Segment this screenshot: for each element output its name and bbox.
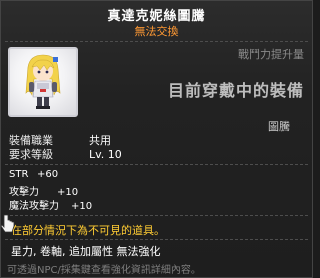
stat-label: STR xyxy=(9,169,29,180)
divider-middle xyxy=(5,164,308,166)
item-name: 真達克妮絲圖騰 xyxy=(107,9,206,24)
stat-row-str: STR +60 xyxy=(9,169,58,180)
required-level-value: Lv. 10 xyxy=(89,148,122,161)
stat-row-magic-attack: 魔法攻擊力 +10 xyxy=(9,197,92,212)
stat-value: +10 xyxy=(71,201,93,212)
required-level-row: 要求等級 Lv. 10 xyxy=(9,146,122,162)
darkness-totem-character-portrait xyxy=(25,54,61,109)
divider-top xyxy=(5,41,308,43)
trade-status: 無法交換 xyxy=(134,25,179,38)
stat-label: 魔法攻擊力 xyxy=(9,201,59,212)
enhancement-hint: 可透過NPC/採集鍵查看強化資訊詳細內容。 xyxy=(7,265,201,276)
stat-label: 攻擊力 xyxy=(9,187,39,198)
divider-bottom xyxy=(5,239,308,241)
currently-equipped-label: 目前穿戴中的裝備 xyxy=(167,81,304,100)
stat-row-attack: 攻擊力 +10 xyxy=(9,183,78,198)
item-type-label: 圖騰 xyxy=(268,120,290,133)
stat-value: +60 xyxy=(37,169,59,180)
required-level-label: 要求等級 xyxy=(9,148,53,161)
invisible-item-warning: 在部分情況下為不可見的道具。 xyxy=(11,224,165,237)
divider-lower xyxy=(5,215,308,217)
item-portrait xyxy=(8,47,78,117)
enhancement-restrictions: 星力, 卷軸, 追加屬性 無法強化 xyxy=(11,245,161,258)
glove-cursor-icon xyxy=(0,214,15,238)
item-tooltip: 真達克妮絲圖騰 無法交換 戰鬥力提升量 目前穿戴中的裝備 圖騰 裝備職業 共用 … xyxy=(0,0,313,278)
stat-change-label: 戰鬥力提升量 xyxy=(238,48,304,61)
